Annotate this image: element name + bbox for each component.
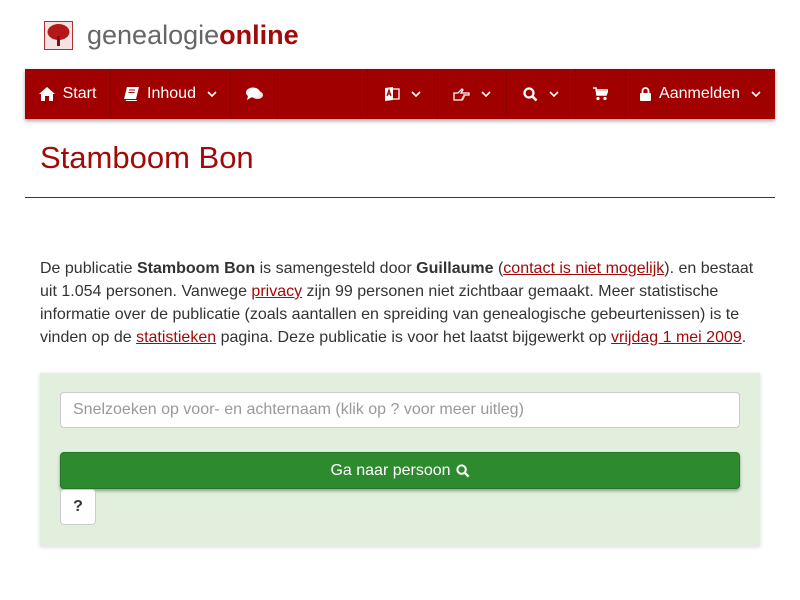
chevron-down-icon [481, 90, 491, 97]
nav-start[interactable]: Start [25, 69, 111, 119]
nav-pointer-menu[interactable] [438, 69, 507, 119]
nav-search[interactable] [507, 69, 576, 119]
tree-logo-icon [44, 20, 73, 50]
site-wordmark: genealogieonline [87, 20, 299, 51]
chevron-down-icon [207, 90, 217, 97]
intro-text: pagina. Deze publicatie is voor het laat… [216, 329, 612, 346]
last-updated-link[interactable]: vrijdag 1 mei 2009 [611, 329, 742, 346]
wordmark-online: online [219, 19, 299, 50]
chevron-down-icon [751, 90, 761, 97]
statistics-link[interactable]: statistieken [136, 329, 216, 346]
publication-name: Stamboom Bon [136, 260, 256, 277]
search-help-button[interactable]: ? [60, 489, 96, 525]
nav-spacer [278, 69, 368, 119]
intro-text: ( [493, 260, 504, 277]
quick-search-panel: Ga naar persoon ? [40, 373, 760, 546]
nav-inhoud-label: Inhoud [147, 85, 196, 102]
chevron-down-icon [411, 90, 421, 97]
intro-text: De publicatie [40, 260, 137, 277]
chevron-down-icon [549, 90, 559, 97]
intro-text: . [741, 329, 747, 346]
site-logo[interactable]: genealogieonline [44, 18, 299, 52]
nav-forum[interactable] [231, 69, 278, 119]
hand-pointing-icon [453, 88, 470, 101]
language-icon [385, 87, 400, 101]
publication-description: De publicatie Stamboom Bon is samengeste… [40, 257, 760, 349]
nav-inhoud[interactable]: Inhoud [111, 69, 231, 119]
nav-login[interactable]: Aanmelden [626, 69, 775, 119]
search-icon [523, 86, 538, 101]
quick-search-input[interactable] [60, 392, 740, 428]
contact-link[interactable]: contact is niet mogelijk [503, 260, 664, 277]
title-divider [25, 197, 775, 198]
book-icon [124, 87, 140, 101]
nav-cart[interactable] [576, 69, 626, 119]
nav-start-label: Start [62, 85, 97, 102]
home-icon [38, 87, 55, 101]
shopping-cart-icon [593, 87, 608, 101]
author-name: Guillaume [416, 260, 494, 277]
nav-login-label: Aanmelden [659, 85, 740, 102]
page-title: Stamboom Bon [40, 140, 254, 175]
comments-icon [245, 87, 263, 100]
nav-language[interactable] [368, 69, 438, 119]
wordmark-genealogie: genealogie [87, 19, 220, 50]
intro-text: is samengesteld door [255, 260, 417, 277]
main-navbar: Start Inhoud Aanmelden [25, 69, 775, 119]
privacy-link[interactable]: privacy [251, 283, 302, 300]
lock-icon [640, 87, 652, 101]
go-to-person-button[interactable]: Ga naar persoon [60, 452, 740, 489]
search-icon [455, 463, 469, 477]
go-to-person-label: Ga naar persoon [330, 461, 451, 479]
